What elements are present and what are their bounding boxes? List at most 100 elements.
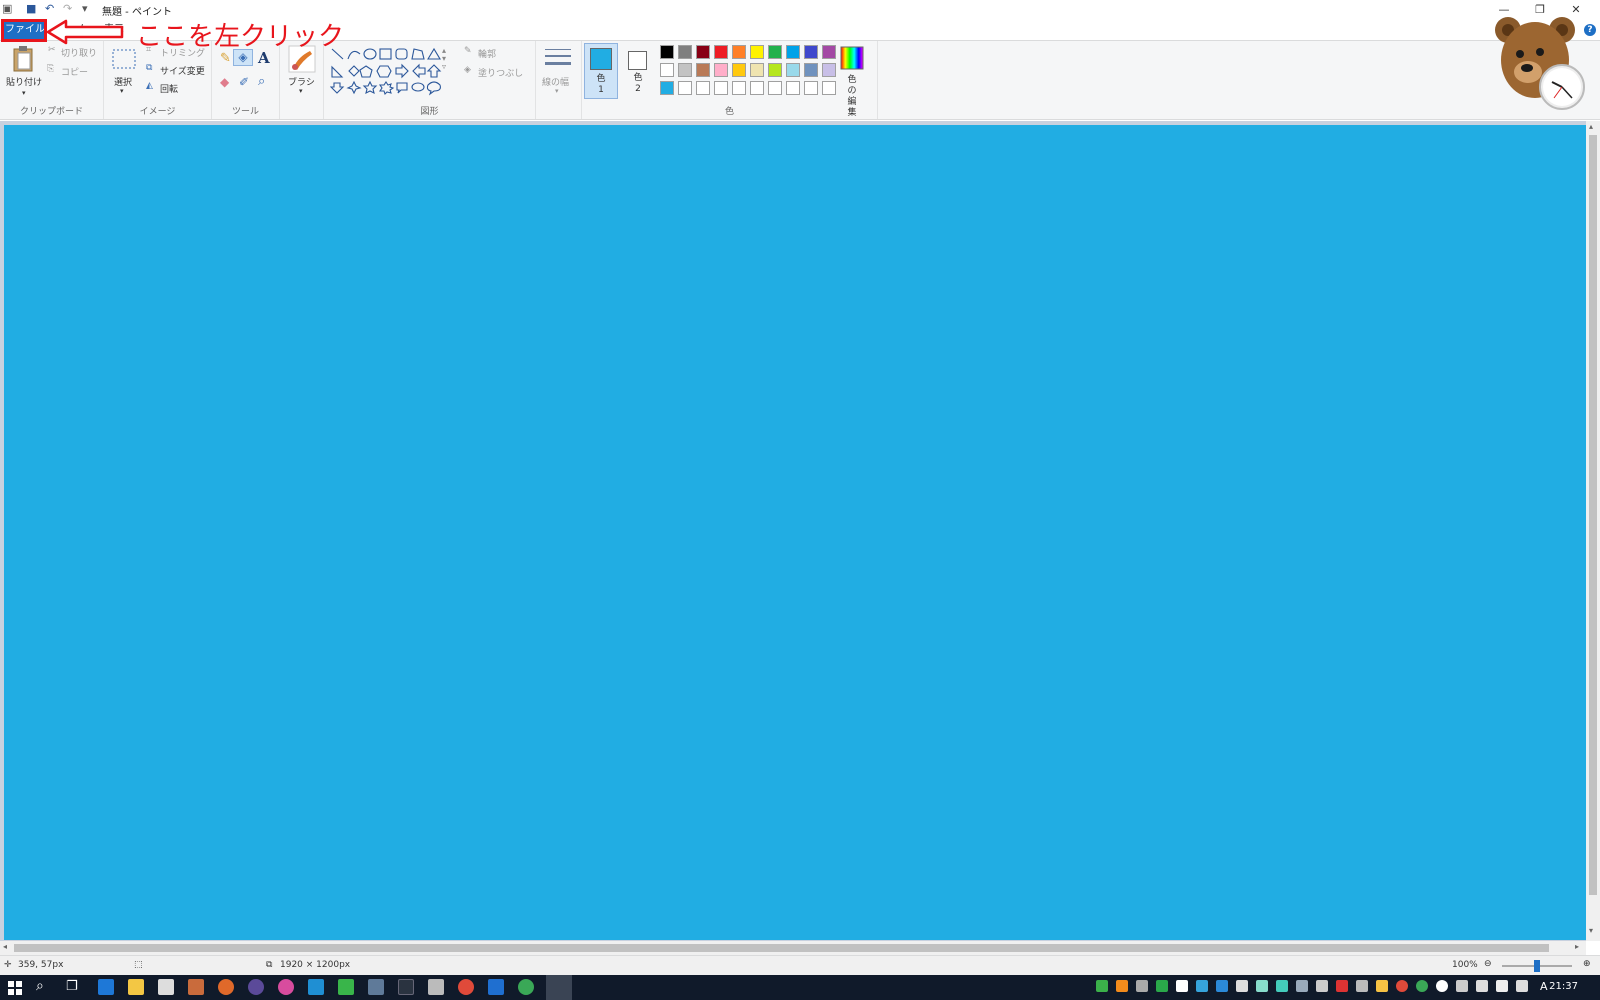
save-icon[interactable]: ■ [26,2,36,15]
customize-quick-access-icon[interactable]: ▾ [82,2,88,15]
palette-swatch[interactable] [786,45,800,59]
outline-label[interactable]: 輪郭 [478,47,496,60]
palette-swatch[interactable] [768,81,782,95]
shapes-scroll-icon[interactable]: ▴ ▾ ▿ [442,47,446,71]
eraser-icon[interactable]: ◆ [220,75,229,89]
hootsuite-icon[interactable] [308,979,324,995]
chrome-tray-icon[interactable] [1416,980,1428,992]
scroll-left-icon[interactable]: ◂ [3,942,7,951]
ime-indicator[interactable]: A [1540,980,1548,993]
rainbow-icon[interactable] [840,46,864,70]
paint-taskbar-icon[interactable] [546,975,572,1000]
color-picker-icon[interactable]: ✐ [239,75,249,89]
google-drive-icon[interactable] [1156,980,1168,992]
task-view-icon[interactable]: ❐ [66,979,78,994]
resize-label[interactable]: サイズ変更 [160,64,205,77]
search-icon[interactable]: ⌕ [36,978,44,994]
box-icon[interactable] [1216,980,1228,992]
tray-app-icon[interactable] [1116,980,1128,992]
steam-icon[interactable] [1296,980,1308,992]
action-center-icon[interactable] [1516,980,1528,992]
notepad-icon[interactable] [428,979,444,995]
cut-label[interactable]: 切り取り [61,46,97,59]
store-icon[interactable] [158,979,174,995]
palette-swatch[interactable] [768,63,782,77]
palette-swatch[interactable] [696,63,710,77]
windows-start-icon[interactable] [8,981,22,995]
chrome-tray-icon[interactable] [1396,980,1408,992]
palette-swatch[interactable] [804,45,818,59]
palette-swatch[interactable] [660,63,674,77]
copy-label[interactable]: コピー [61,65,88,78]
select-dropdown-icon[interactable]: ▾ [120,87,124,95]
palette-swatch[interactable] [822,81,836,95]
network-icon[interactable] [1476,980,1488,992]
display-icon[interactable] [488,979,504,995]
file-explorer-icon[interactable] [128,979,144,995]
color1-button[interactable]: 色 1 [584,43,618,99]
itunes-icon[interactable] [278,979,294,995]
palette-swatch[interactable] [786,63,800,77]
palette-swatch[interactable] [714,45,728,59]
onedrive-icon[interactable] [1436,980,1448,992]
shape-fill-label[interactable]: 塗りつぶし [478,66,523,79]
paste-dropdown-icon[interactable]: ▾ [22,89,26,97]
line-width-icon[interactable] [544,46,572,70]
palette-swatch[interactable] [696,45,710,59]
palette-swatch[interactable] [732,63,746,77]
palette-swatch[interactable] [660,45,674,59]
horizontal-scrollbar[interactable]: ◂ ▸ [0,941,1586,955]
palette-swatch[interactable] [804,81,818,95]
pencil-icon[interactable]: ✎ [220,51,231,66]
vertical-scroll-thumb[interactable] [1589,135,1597,895]
redo-icon[interactable]: ↷ [63,2,72,15]
palette-swatch[interactable] [804,63,818,77]
tray-app-icon[interactable] [1256,980,1268,992]
vertical-scrollbar[interactable]: ▴ ▾ [1586,121,1600,941]
horizontal-scroll-thumb[interactable] [14,944,1549,952]
tray-app-icon[interactable] [1236,980,1248,992]
palette-swatch[interactable] [750,63,764,77]
tray-app-icon[interactable] [1136,980,1148,992]
viewer-icon[interactable] [248,979,264,995]
zoom-out-icon[interactable]: ⊖ [1484,959,1492,969]
palette-swatch[interactable] [714,81,728,95]
firefox-icon[interactable] [218,979,234,995]
zoom-slider-thumb[interactable] [1534,960,1540,972]
tray-app-icon[interactable] [1316,980,1328,992]
chrome-icon[interactable] [458,979,474,995]
palette-swatch[interactable] [678,81,692,95]
tray-app-icon[interactable] [1276,980,1288,992]
palette-swatch[interactable] [732,45,746,59]
tray-app-icon[interactable] [1096,980,1108,992]
color2-button[interactable]: 色 2 [622,43,656,99]
line-width-dropdown-icon[interactable]: ▾ [555,87,559,95]
tray-app-icon[interactable] [1456,980,1468,992]
notification-icon[interactable] [1376,980,1388,992]
drawing-canvas[interactable] [4,125,1587,940]
scroll-right-icon[interactable]: ▸ [1575,942,1579,951]
palette-swatch[interactable] [768,45,782,59]
tray-app-icon[interactable] [1196,980,1208,992]
magnifier-icon[interactable]: ⌕ [258,74,265,89]
palette-swatch[interactable] [678,45,692,59]
shapes-gallery-icon[interactable] [330,47,452,97]
scroll-up-icon[interactable]: ▴ [1589,122,1593,131]
volume-icon[interactable] [1496,980,1508,992]
taskbar-clock[interactable]: 21:37 [1549,981,1578,992]
terminal-icon[interactable] [398,979,414,995]
palette-swatch[interactable] [750,81,764,95]
palette-swatch[interactable] [732,81,746,95]
palette-swatch[interactable] [750,45,764,59]
tray-app-icon[interactable] [1336,980,1348,992]
edge-icon[interactable] [98,979,114,995]
palette-swatch[interactable] [714,63,728,77]
palette-swatch[interactable] [786,81,800,95]
evernote-icon[interactable] [338,979,354,995]
paste-label[interactable]: 貼り付け [6,75,42,88]
palette-swatch[interactable] [822,63,836,77]
select-icon[interactable] [112,49,136,69]
palette-swatch[interactable] [696,81,710,95]
photos-icon[interactable] [188,979,204,995]
palette-swatch[interactable] [660,81,674,95]
